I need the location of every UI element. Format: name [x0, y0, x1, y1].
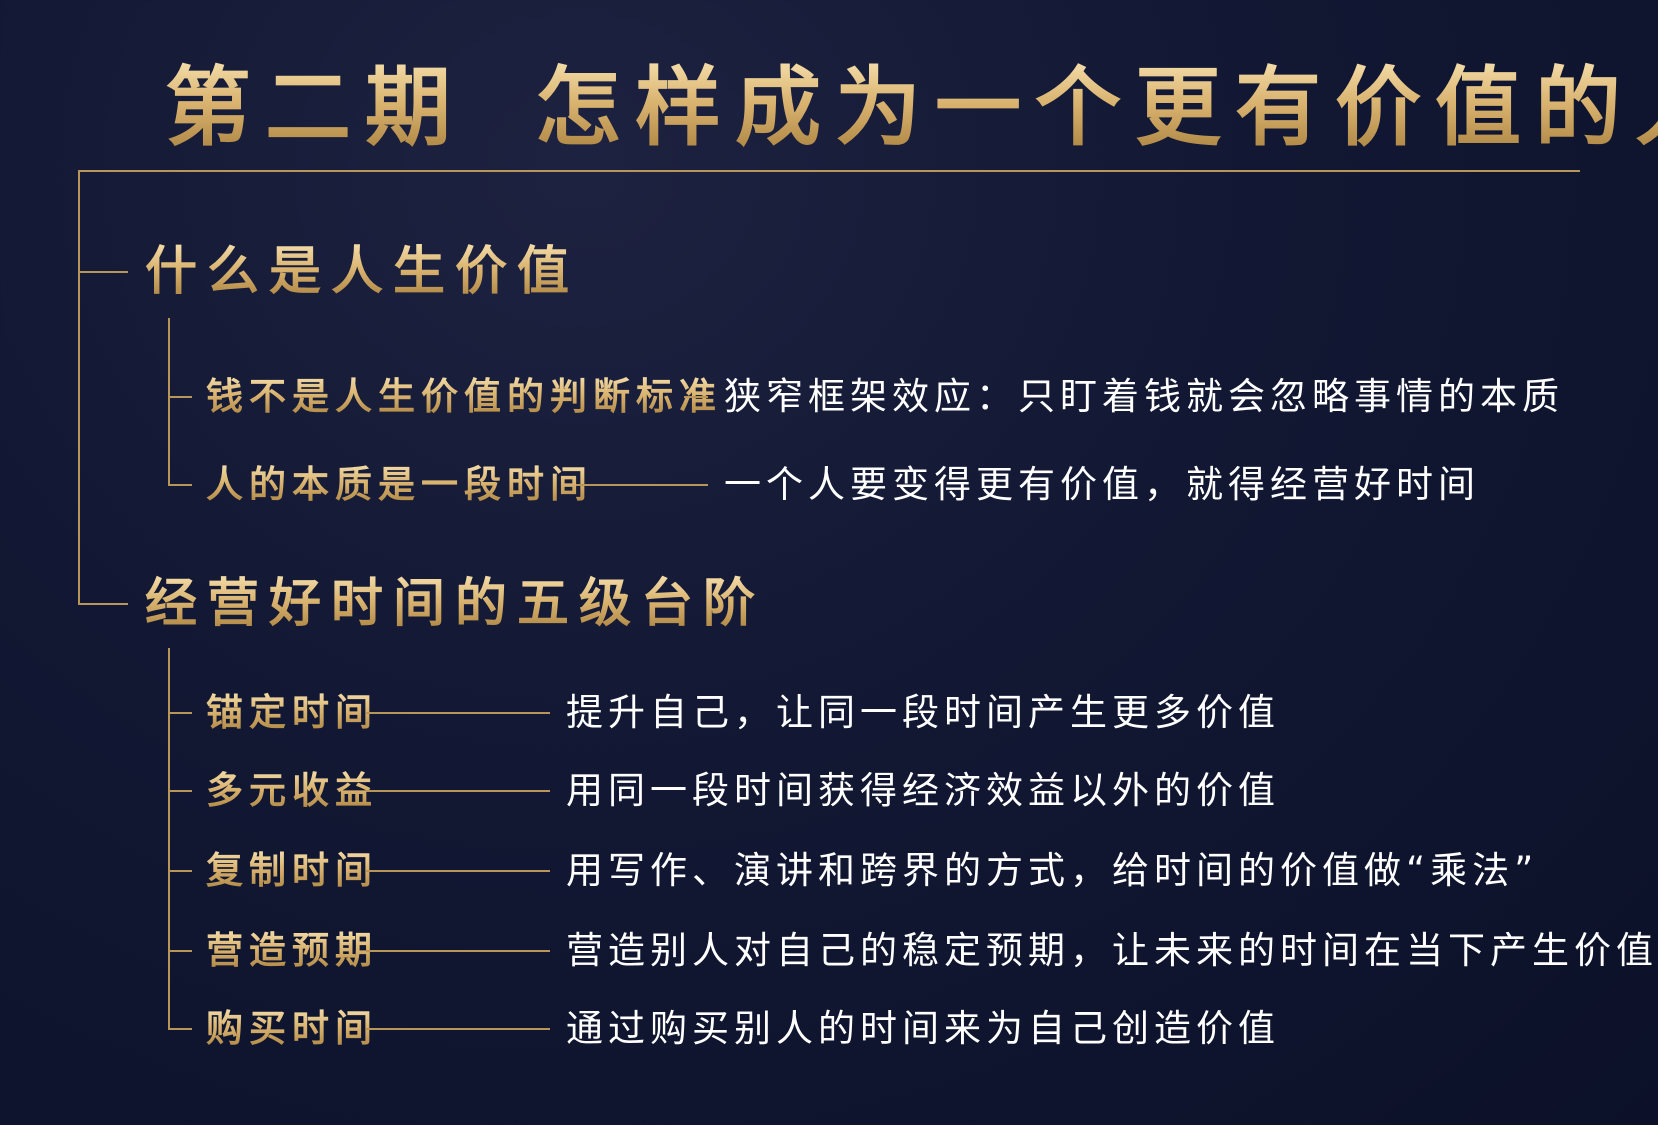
- leader-line: [366, 790, 550, 792]
- node-description: 提升自己，让同一段时间产生更多价值: [566, 691, 1280, 734]
- branch-connector: [168, 484, 192, 486]
- node-description: 用写作、演讲和跨界的方式，给时间的价值做“乘法”: [566, 849, 1539, 892]
- node-description: 通过购买别人的时间来为自己创造价值: [566, 1007, 1280, 1050]
- section-heading: 什么是人生价值: [145, 242, 580, 302]
- branch-connector: [168, 396, 192, 398]
- subtree-trunk: [168, 648, 170, 1030]
- section-connector: [78, 271, 128, 273]
- node-label: 多元收益: [206, 769, 378, 812]
- tree-trunk: [78, 170, 80, 604]
- leader-line: [366, 712, 550, 714]
- leader-line: [366, 870, 550, 872]
- branch-connector: [168, 870, 192, 872]
- subtree-trunk: [168, 318, 170, 486]
- node-label: 钱不是人生价值的判断标准: [206, 375, 722, 418]
- page-title: 第二期 怎样成为一个更有价值的人: [165, 58, 1658, 158]
- node-description: 一个人要变得更有价值，就得经营好时间: [724, 463, 1480, 506]
- leader-line: [366, 1028, 550, 1030]
- node-label: 复制时间: [206, 849, 378, 892]
- section-heading: 经营好时间的五级台阶: [145, 574, 766, 634]
- issue-number: 第二期: [165, 58, 465, 158]
- title-divider: [78, 170, 1580, 172]
- leader-line: [576, 484, 708, 486]
- branch-connector: [168, 712, 192, 714]
- node-description: 营造别人对自己的稳定预期，让未来的时间在当下产生价值: [566, 929, 1658, 972]
- node-description: 用同一段时间获得经济效益以外的价值: [566, 769, 1280, 812]
- branch-connector: [168, 950, 192, 952]
- node-label: 营造预期: [206, 929, 378, 972]
- node-label: 购买时间: [206, 1007, 378, 1050]
- branch-connector: [168, 790, 192, 792]
- leader-line: [684, 396, 708, 398]
- node-description: 狭窄框架效应：只盯着钱就会忽略事情的本质: [724, 375, 1564, 418]
- section-connector: [78, 603, 128, 605]
- branch-connector: [168, 1028, 192, 1030]
- node-label: 人的本质是一段时间: [206, 463, 593, 506]
- node-label: 锚定时间: [206, 691, 378, 734]
- title-text: 怎样成为一个更有价值的人: [535, 58, 1658, 158]
- leader-line: [366, 950, 550, 952]
